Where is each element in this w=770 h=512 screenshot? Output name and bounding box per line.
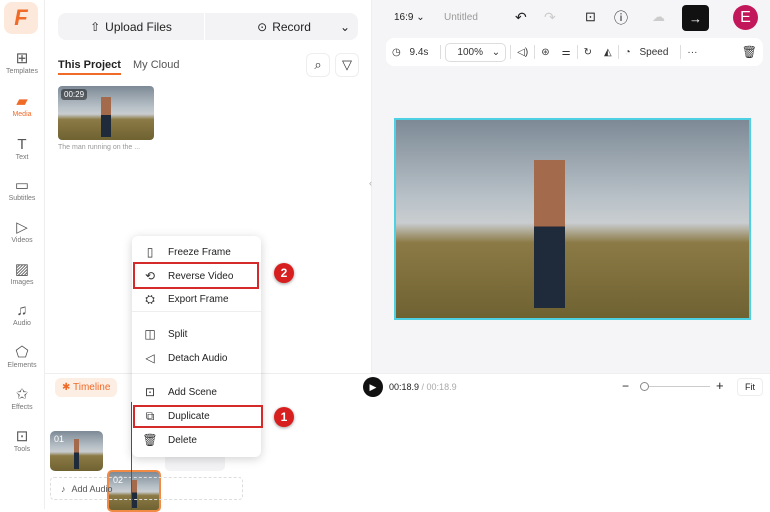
project-title[interactable]: Untitled <box>444 12 478 23</box>
tab-timeline[interactable]: ✱ Timeline <box>55 378 118 397</box>
play-icon: ▶ <box>369 381 377 392</box>
add-audio-button[interactable]: ♪ Add Audio <box>50 477 243 500</box>
arrow-right-icon: → <box>689 10 702 26</box>
add-scene-icon: ⊡ <box>144 385 156 399</box>
music-note-icon: ♪ <box>61 483 66 494</box>
scene-clip-01[interactable]: 01 <box>50 431 103 471</box>
templates-icon: ⊞ <box>15 50 29 67</box>
menu-item-export-frame[interactable]: ⛭ Export Frame <box>132 288 261 310</box>
highlight-reverse-video <box>133 262 259 289</box>
delete-icon: 🗑 <box>142 433 158 447</box>
zoom-in-icon[interactable]: + <box>716 378 724 393</box>
sidebar-item-tools[interactable]: ⊡ Tools <box>0 428 44 453</box>
record-icon: ⊙ <box>257 19 268 34</box>
media-clip-thumbnail[interactable]: 00:29 <box>58 86 154 140</box>
sidebar-item-audio[interactable]: ♫ Audio <box>0 302 44 327</box>
left-rail: F ⊞ Templates ▰ Media T Text ▭ Subtitles ▷ Videos… <box>0 0 45 509</box>
menu-divider <box>132 311 261 312</box>
slider-handle[interactable] <box>640 382 649 391</box>
sidebar-item-label: Tools <box>13 446 31 453</box>
search-button[interactable]: ⌕ <box>306 53 330 77</box>
clip-toolbar: ◷ 9.4s 100% ⌄ ◁) ⊛ ⚌ ↻ ◭ ◔ Speed ··· 🗑 <box>386 38 763 66</box>
delete-icon[interactable]: 🗑 <box>736 45 763 59</box>
undo-icon[interactable]: ↶ <box>515 9 527 26</box>
aspect-ratio-select[interactable]: 16:9 ⌄ <box>394 12 425 23</box>
sidebar-item-videos[interactable]: ▷ Videos <box>0 219 44 244</box>
sidebar-item-images[interactable]: ▨ Images <box>0 261 44 286</box>
adjust-icon[interactable]: ⚌ <box>556 47 577 58</box>
export-button[interactable]: → <box>682 5 709 31</box>
elements-icon: ⬠ <box>15 344 29 361</box>
sidebar-item-elements[interactable]: ⬠ Elements <box>0 344 44 369</box>
tab-my-cloud[interactable]: My Cloud <box>133 59 179 71</box>
speed-button[interactable]: ◔ Speed <box>619 47 681 58</box>
sidebar-item-label: Videos <box>11 237 33 244</box>
zoom-select[interactable]: 100% ⌄ <box>445 42 507 62</box>
text-icon: T <box>17 136 27 153</box>
color-icon[interactable]: ⊛ <box>535 47 555 58</box>
avatar[interactable]: E <box>733 5 758 30</box>
menu-item-delete[interactable]: 🗑 Delete <box>132 429 261 451</box>
preview-play-icon[interactable]: ⊡ <box>585 9 596 25</box>
sidebar-item-subtitles[interactable]: ▭ Subtitles <box>0 177 44 202</box>
effects-icon: ✩ <box>15 386 29 403</box>
rotate-icon[interactable]: ↻ <box>578 47 598 58</box>
sidebar-item-label: Images <box>10 279 34 286</box>
fit-button[interactable]: Fit <box>737 378 763 396</box>
video-canvas[interactable] <box>394 118 751 320</box>
subtitles-icon: ▭ <box>14 177 30 194</box>
redo-icon[interactable]: ↷ <box>544 9 556 26</box>
sidebar-item-effects[interactable]: ✩ Effects <box>0 386 44 411</box>
cloud-icon[interactable]: ☁ <box>652 9 665 25</box>
upload-icon: ⇧ <box>90 19 101 34</box>
highlight-duplicate <box>133 405 263 428</box>
search-icon: ⌕ <box>314 57 322 72</box>
filter-icon: ▽ <box>342 57 352 72</box>
export-frame-icon: ⛭ <box>145 291 155 306</box>
app-logo[interactable]: F <box>4 2 38 34</box>
menu-divider <box>132 373 261 374</box>
menu-item-freeze-frame[interactable]: ▯ Freeze Frame <box>132 241 261 263</box>
freeze-frame-icon: ▯ <box>146 245 154 259</box>
play-button[interactable]: ▶ <box>363 377 383 397</box>
menu-item-add-scene[interactable]: ⊡ Add Scene <box>132 381 261 403</box>
sidebar-item-label: Text <box>15 154 29 161</box>
clip-duration: 00:29 <box>61 89 88 100</box>
clip-name: The man running on the ... <box>58 144 141 151</box>
volume-icon[interactable]: ◁) <box>511 47 534 58</box>
menu-item-split[interactable]: ◫ Split <box>132 323 261 345</box>
sidebar-item-label: Audio <box>13 320 31 327</box>
record-button[interactable]: ⊙ Record ⌄ <box>210 13 358 40</box>
duration-button[interactable]: ◷ 9.4s <box>386 47 440 58</box>
filter-button[interactable]: ▽ <box>335 53 359 77</box>
sidebar-item-label: Effects <box>11 404 33 411</box>
upload-files-button[interactable]: ⇧ Upload Files <box>58 13 204 40</box>
timeline-zoom-slider[interactable] <box>640 382 710 391</box>
zoom-out-icon[interactable]: − <box>622 379 629 393</box>
audio-icon: ♫ <box>16 302 28 319</box>
videos-icon: ▷ <box>16 219 28 236</box>
images-icon: ▨ <box>14 261 30 278</box>
tab-this-project[interactable]: This Project <box>58 59 121 75</box>
detach-audio-icon: ◁ <box>145 351 155 365</box>
help-icon[interactable]: ⓘ <box>614 8 628 28</box>
step-badge-1: 1 <box>274 407 294 427</box>
time-readout: 00:18.9 / 00:18.9 <box>389 382 457 392</box>
sidebar-item-label: Elements <box>7 362 37 369</box>
media-folder-icon: ▰ <box>16 93 28 110</box>
step-badge-2: 2 <box>274 263 294 283</box>
menu-item-detach-audio[interactable]: ◁ Detach Audio <box>132 347 261 369</box>
sidebar-item-label: Media <box>12 111 32 118</box>
more-icon[interactable]: ··· <box>681 47 703 58</box>
split-icon: ◫ <box>144 327 156 341</box>
flip-icon[interactable]: ◭ <box>598 47 618 58</box>
sidebar-item-media[interactable]: ▰ Media <box>0 93 44 118</box>
sidebar-item-templates[interactable]: ⊞ Templates <box>0 50 44 75</box>
sidebar-item-text[interactable]: T Text <box>0 136 44 161</box>
sidebar-item-label: Templates <box>6 68 38 75</box>
tools-icon: ⊡ <box>15 428 29 445</box>
collapse-panel-icon[interactable]: ‹ <box>369 178 372 188</box>
chevron-down-icon: ⌄ <box>339 19 350 34</box>
sidebar-item-label: Subtitles <box>8 195 36 202</box>
